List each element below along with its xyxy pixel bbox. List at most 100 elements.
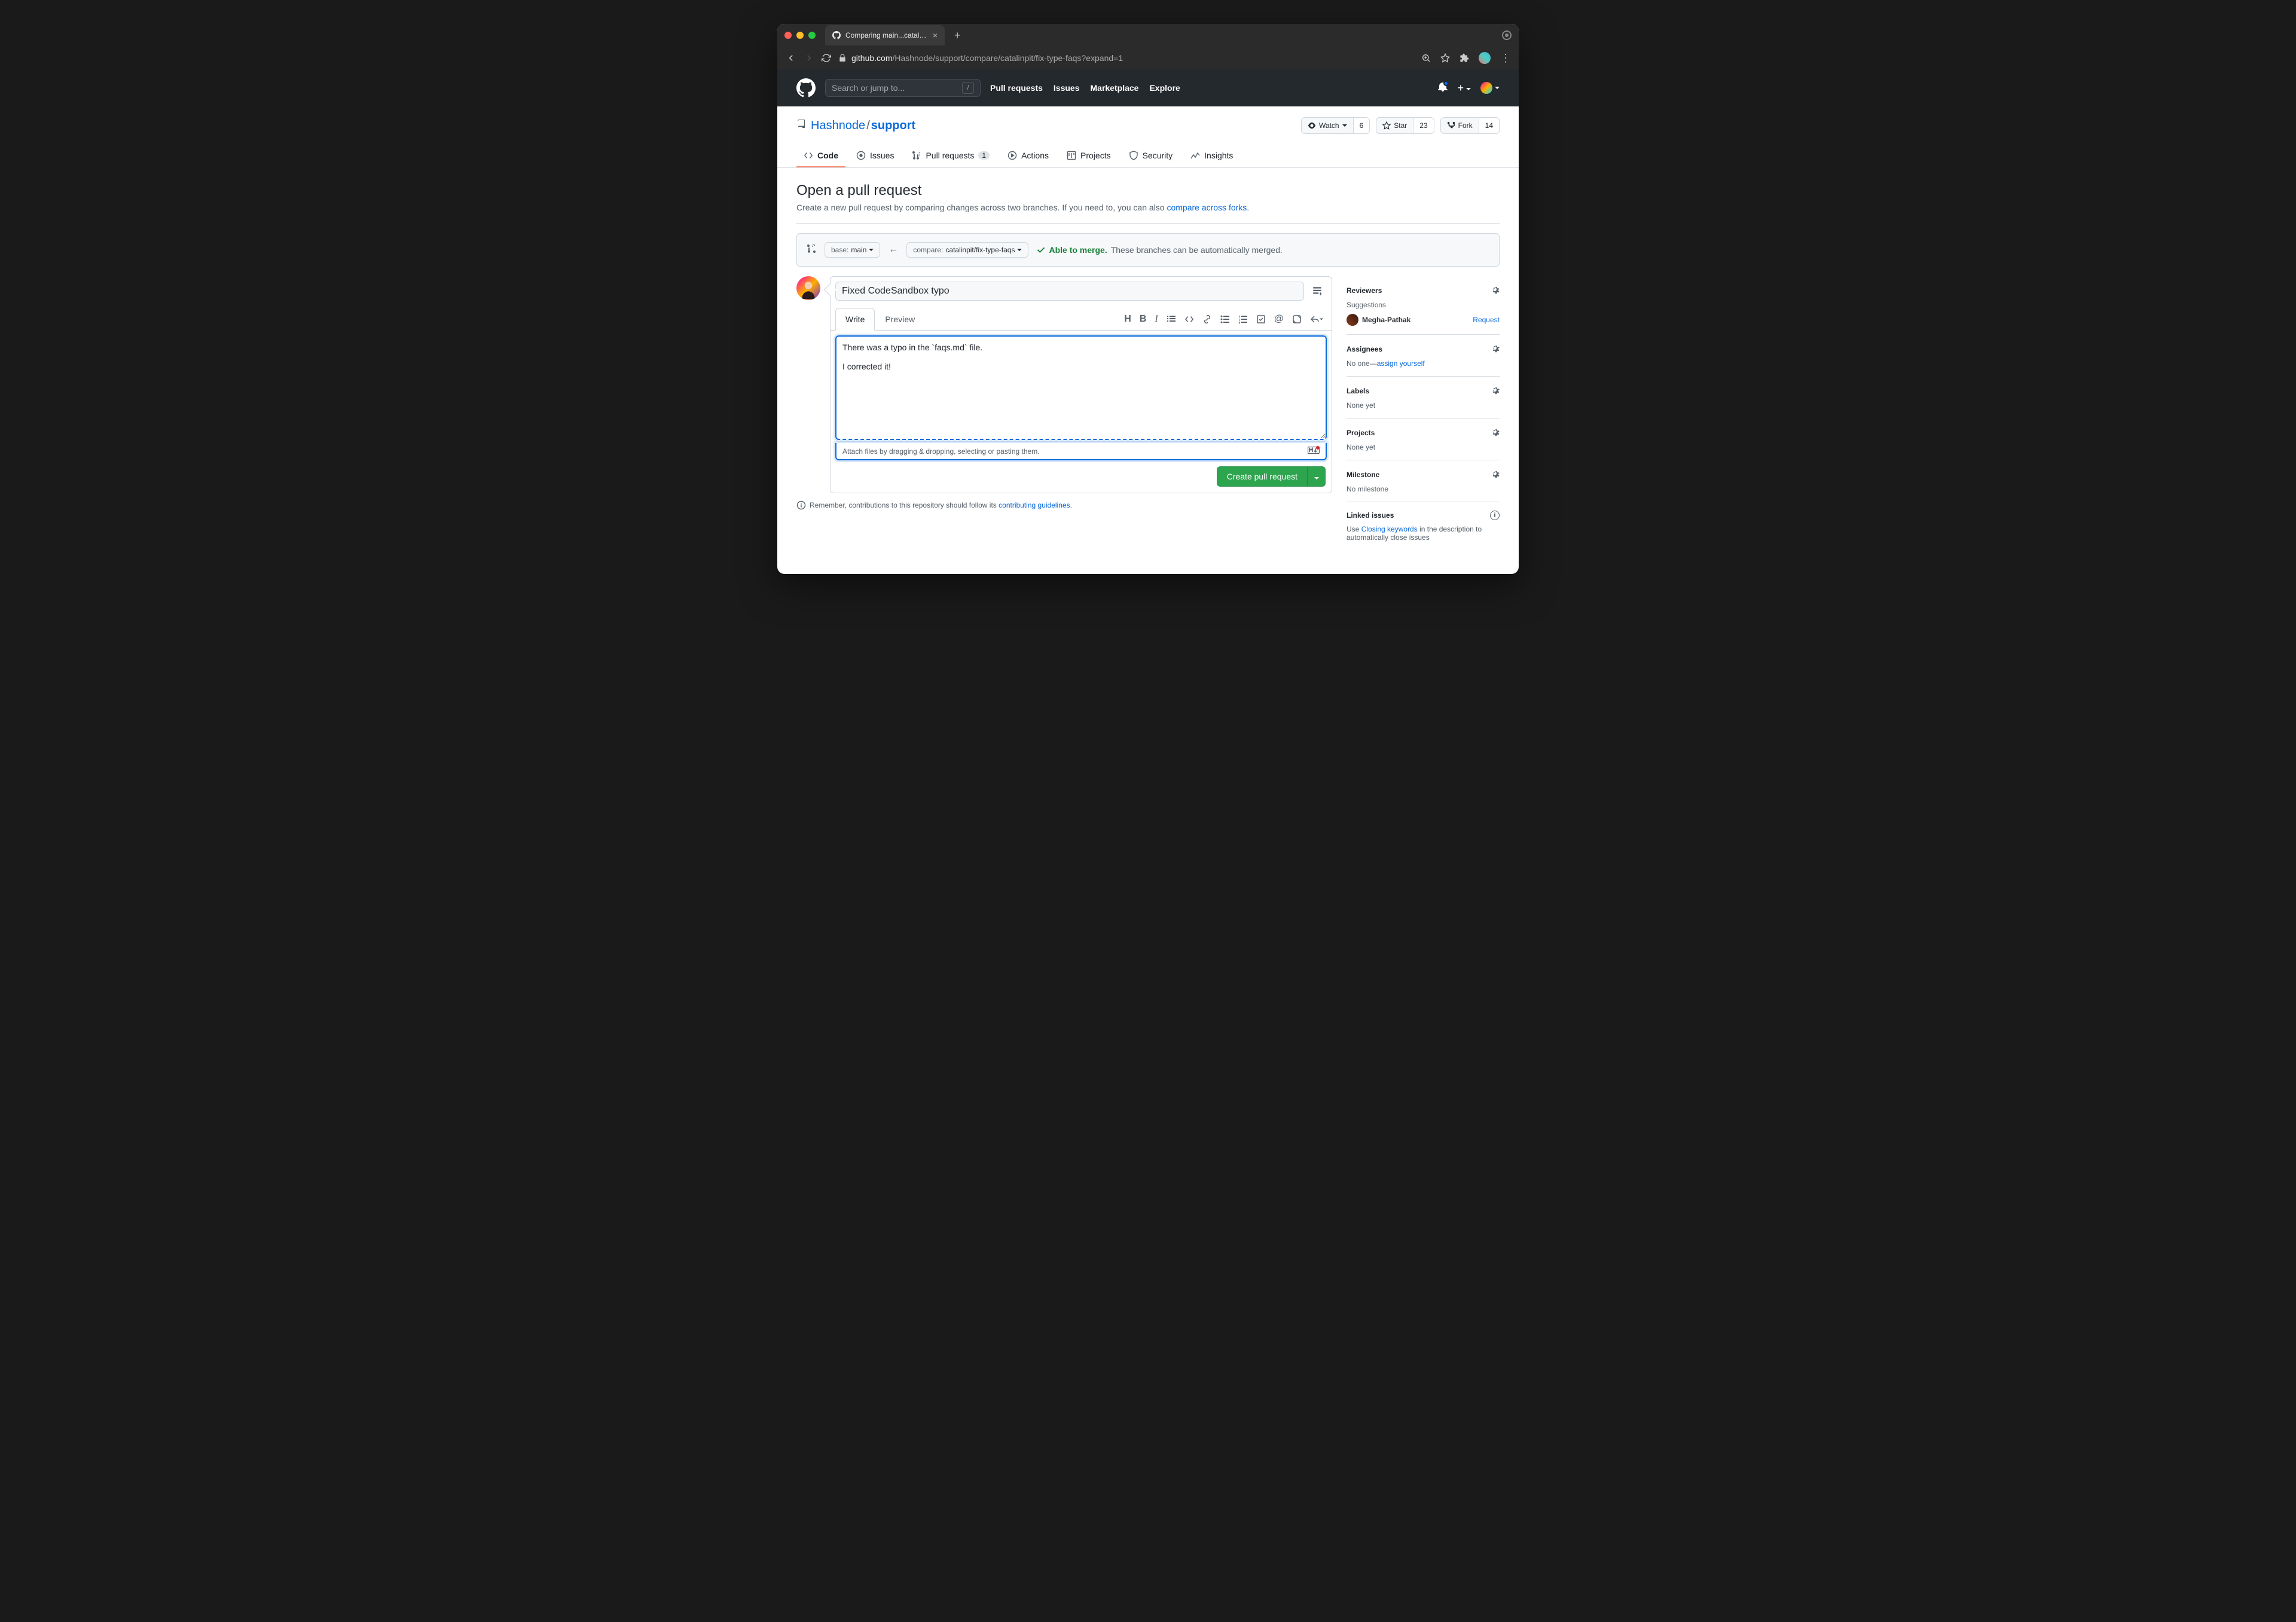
bullet-list-icon[interactable]	[1220, 314, 1230, 325]
chevron-down-icon	[1017, 249, 1022, 251]
browser-address-bar: github.com/Hashnode/support/compare/cata…	[777, 47, 1519, 69]
saved-replies-icon[interactable]	[1310, 314, 1323, 325]
code-icon[interactable]	[1184, 314, 1194, 325]
gear-icon[interactable]	[1490, 469, 1500, 480]
pull-count-badge: 1	[978, 151, 990, 160]
reviewers-section: Reviewers Suggestions Megha-Pathak Reque…	[1347, 276, 1500, 335]
base-branch-select[interactable]: base: main	[825, 242, 880, 258]
tab-insights[interactable]: Insights	[1183, 145, 1240, 167]
tab-security[interactable]: Security	[1122, 145, 1180, 167]
page-subtitle: Create a new pull request by comparing c…	[796, 203, 1500, 224]
repo-owner-link[interactable]: Hashnode	[811, 119, 865, 132]
contributor-suggestions-icon[interactable]	[1308, 282, 1327, 301]
watch-count[interactable]: 6	[1353, 118, 1370, 133]
user-menu[interactable]	[1480, 82, 1500, 94]
profile-avatar[interactable]	[1479, 52, 1491, 64]
compare-branch-select[interactable]: compare: catalinpit/fix-type-faqs	[906, 242, 1028, 258]
tab-code[interactable]: Code	[796, 145, 845, 167]
tab-issues[interactable]: Issues	[849, 145, 901, 167]
gear-icon[interactable]	[1490, 385, 1500, 396]
grammarly-indicator[interactable]	[1316, 446, 1320, 450]
browser-tab-bar: Comparing main...catalinpit/fix × +	[777, 24, 1519, 47]
suggested-reviewer-name[interactable]: Megha-Pathak	[1362, 316, 1410, 324]
fork-button[interactable]: Fork 14	[1440, 117, 1500, 134]
assign-yourself-link[interactable]: assign yourself	[1377, 359, 1425, 368]
close-tab-icon[interactable]: ×	[933, 30, 938, 40]
notifications-button[interactable]	[1438, 82, 1448, 94]
task-list-icon[interactable]	[1256, 314, 1266, 325]
reload-button[interactable]	[822, 53, 831, 63]
tab-pull-requests[interactable]: Pull requests1	[905, 145, 997, 167]
chevron-down-icon	[1314, 477, 1319, 479]
assignees-section: Assignees No one—assign yourself	[1347, 335, 1500, 377]
incognito-indicator-icon	[1502, 30, 1512, 40]
zoom-icon[interactable]	[1421, 53, 1431, 63]
write-tab[interactable]: Write	[835, 308, 875, 331]
info-icon[interactable]: i	[1490, 511, 1500, 520]
gear-icon[interactable]	[1490, 343, 1500, 355]
mention-icon[interactable]: @	[1274, 314, 1284, 325]
forward-button[interactable]	[804, 53, 814, 63]
chevron-down-icon	[869, 249, 874, 251]
heading-icon[interactable]: H	[1124, 314, 1131, 325]
preview-tab[interactable]: Preview	[875, 308, 925, 331]
github-logo-icon[interactable]	[796, 78, 816, 97]
gear-icon[interactable]	[1490, 427, 1500, 438]
new-tab-button[interactable]: +	[949, 29, 966, 42]
create-pr-dropdown[interactable]	[1308, 466, 1326, 487]
window-minimize[interactable]	[796, 32, 804, 39]
extensions-icon[interactable]	[1460, 53, 1469, 63]
numbered-list-icon[interactable]	[1238, 314, 1248, 325]
github-nav: Pull requests Issues Marketplace Explore	[990, 83, 1180, 93]
milestone-section: Milestone No milestone	[1347, 460, 1500, 502]
star-count[interactable]: 23	[1413, 118, 1433, 133]
macos-traffic-lights	[784, 32, 816, 39]
nav-pull-requests[interactable]: Pull requests	[990, 83, 1043, 93]
labels-section: Labels None yet	[1347, 377, 1500, 419]
link-icon[interactable]	[1202, 314, 1212, 325]
back-button[interactable]	[786, 53, 796, 63]
window-close[interactable]	[784, 32, 792, 39]
merge-status: Able to merge. These branches can be aut…	[1037, 245, 1282, 255]
author-avatar[interactable]	[796, 276, 820, 300]
github-header: Search or jump to... / Pull requests Iss…	[777, 69, 1519, 106]
create-pr-button[interactable]: Create pull request	[1217, 466, 1308, 487]
reference-icon[interactable]	[1292, 314, 1302, 325]
italic-icon[interactable]: I	[1155, 314, 1158, 325]
url-field[interactable]: github.com/Hashnode/support/compare/cata…	[838, 53, 1407, 63]
compare-icon	[807, 244, 816, 256]
quote-icon[interactable]	[1167, 314, 1176, 325]
pr-sidebar: Reviewers Suggestions Megha-Pathak Reque…	[1347, 276, 1500, 550]
browser-menu-icon[interactable]: ⋮	[1500, 52, 1510, 65]
tab-projects[interactable]: Projects	[1060, 145, 1118, 167]
url-host: github.com	[851, 53, 892, 63]
pr-body-textarea[interactable]	[835, 335, 1327, 440]
contributing-guidelines-link[interactable]: contributing guidelines	[999, 501, 1070, 509]
repo-tabs: Code Issues Pull requests1 Actions Proje…	[796, 145, 1500, 167]
request-review-link[interactable]: Request	[1473, 316, 1500, 324]
compare-forks-link[interactable]: compare across forks	[1167, 203, 1247, 212]
star-button[interactable]: Star 23	[1376, 117, 1434, 134]
attach-file-bar[interactable]: Attach files by dragging & dropping, sel…	[835, 443, 1327, 460]
bold-icon[interactable]: B	[1140, 314, 1147, 325]
pr-title-input[interactable]	[835, 282, 1304, 301]
create-new-dropdown[interactable]: +	[1457, 82, 1471, 94]
fork-count[interactable]: 14	[1479, 118, 1499, 133]
nav-issues[interactable]: Issues	[1054, 83, 1080, 93]
notification-dot	[1443, 81, 1449, 86]
slash-key-hint: /	[962, 82, 974, 94]
closing-keywords-link[interactable]: Closing keywords	[1361, 525, 1418, 533]
url-path: /Hashnode/support/compare/catalinpit/fix…	[892, 53, 1123, 63]
window-zoom[interactable]	[808, 32, 816, 39]
gear-icon[interactable]	[1490, 285, 1500, 296]
bookmark-star-icon[interactable]	[1440, 53, 1450, 63]
nav-marketplace[interactable]: Marketplace	[1091, 83, 1139, 93]
nav-explore[interactable]: Explore	[1149, 83, 1180, 93]
repo-icon	[796, 120, 806, 132]
github-search-input[interactable]: Search or jump to... /	[825, 79, 981, 97]
watch-button[interactable]: Watch 6	[1301, 117, 1370, 134]
suggested-reviewer-avatar[interactable]	[1347, 314, 1358, 326]
browser-tab[interactable]: Comparing main...catalinpit/fix ×	[825, 25, 945, 45]
tab-actions[interactable]: Actions	[1000, 145, 1056, 167]
repo-name-link[interactable]: support	[871, 119, 915, 132]
